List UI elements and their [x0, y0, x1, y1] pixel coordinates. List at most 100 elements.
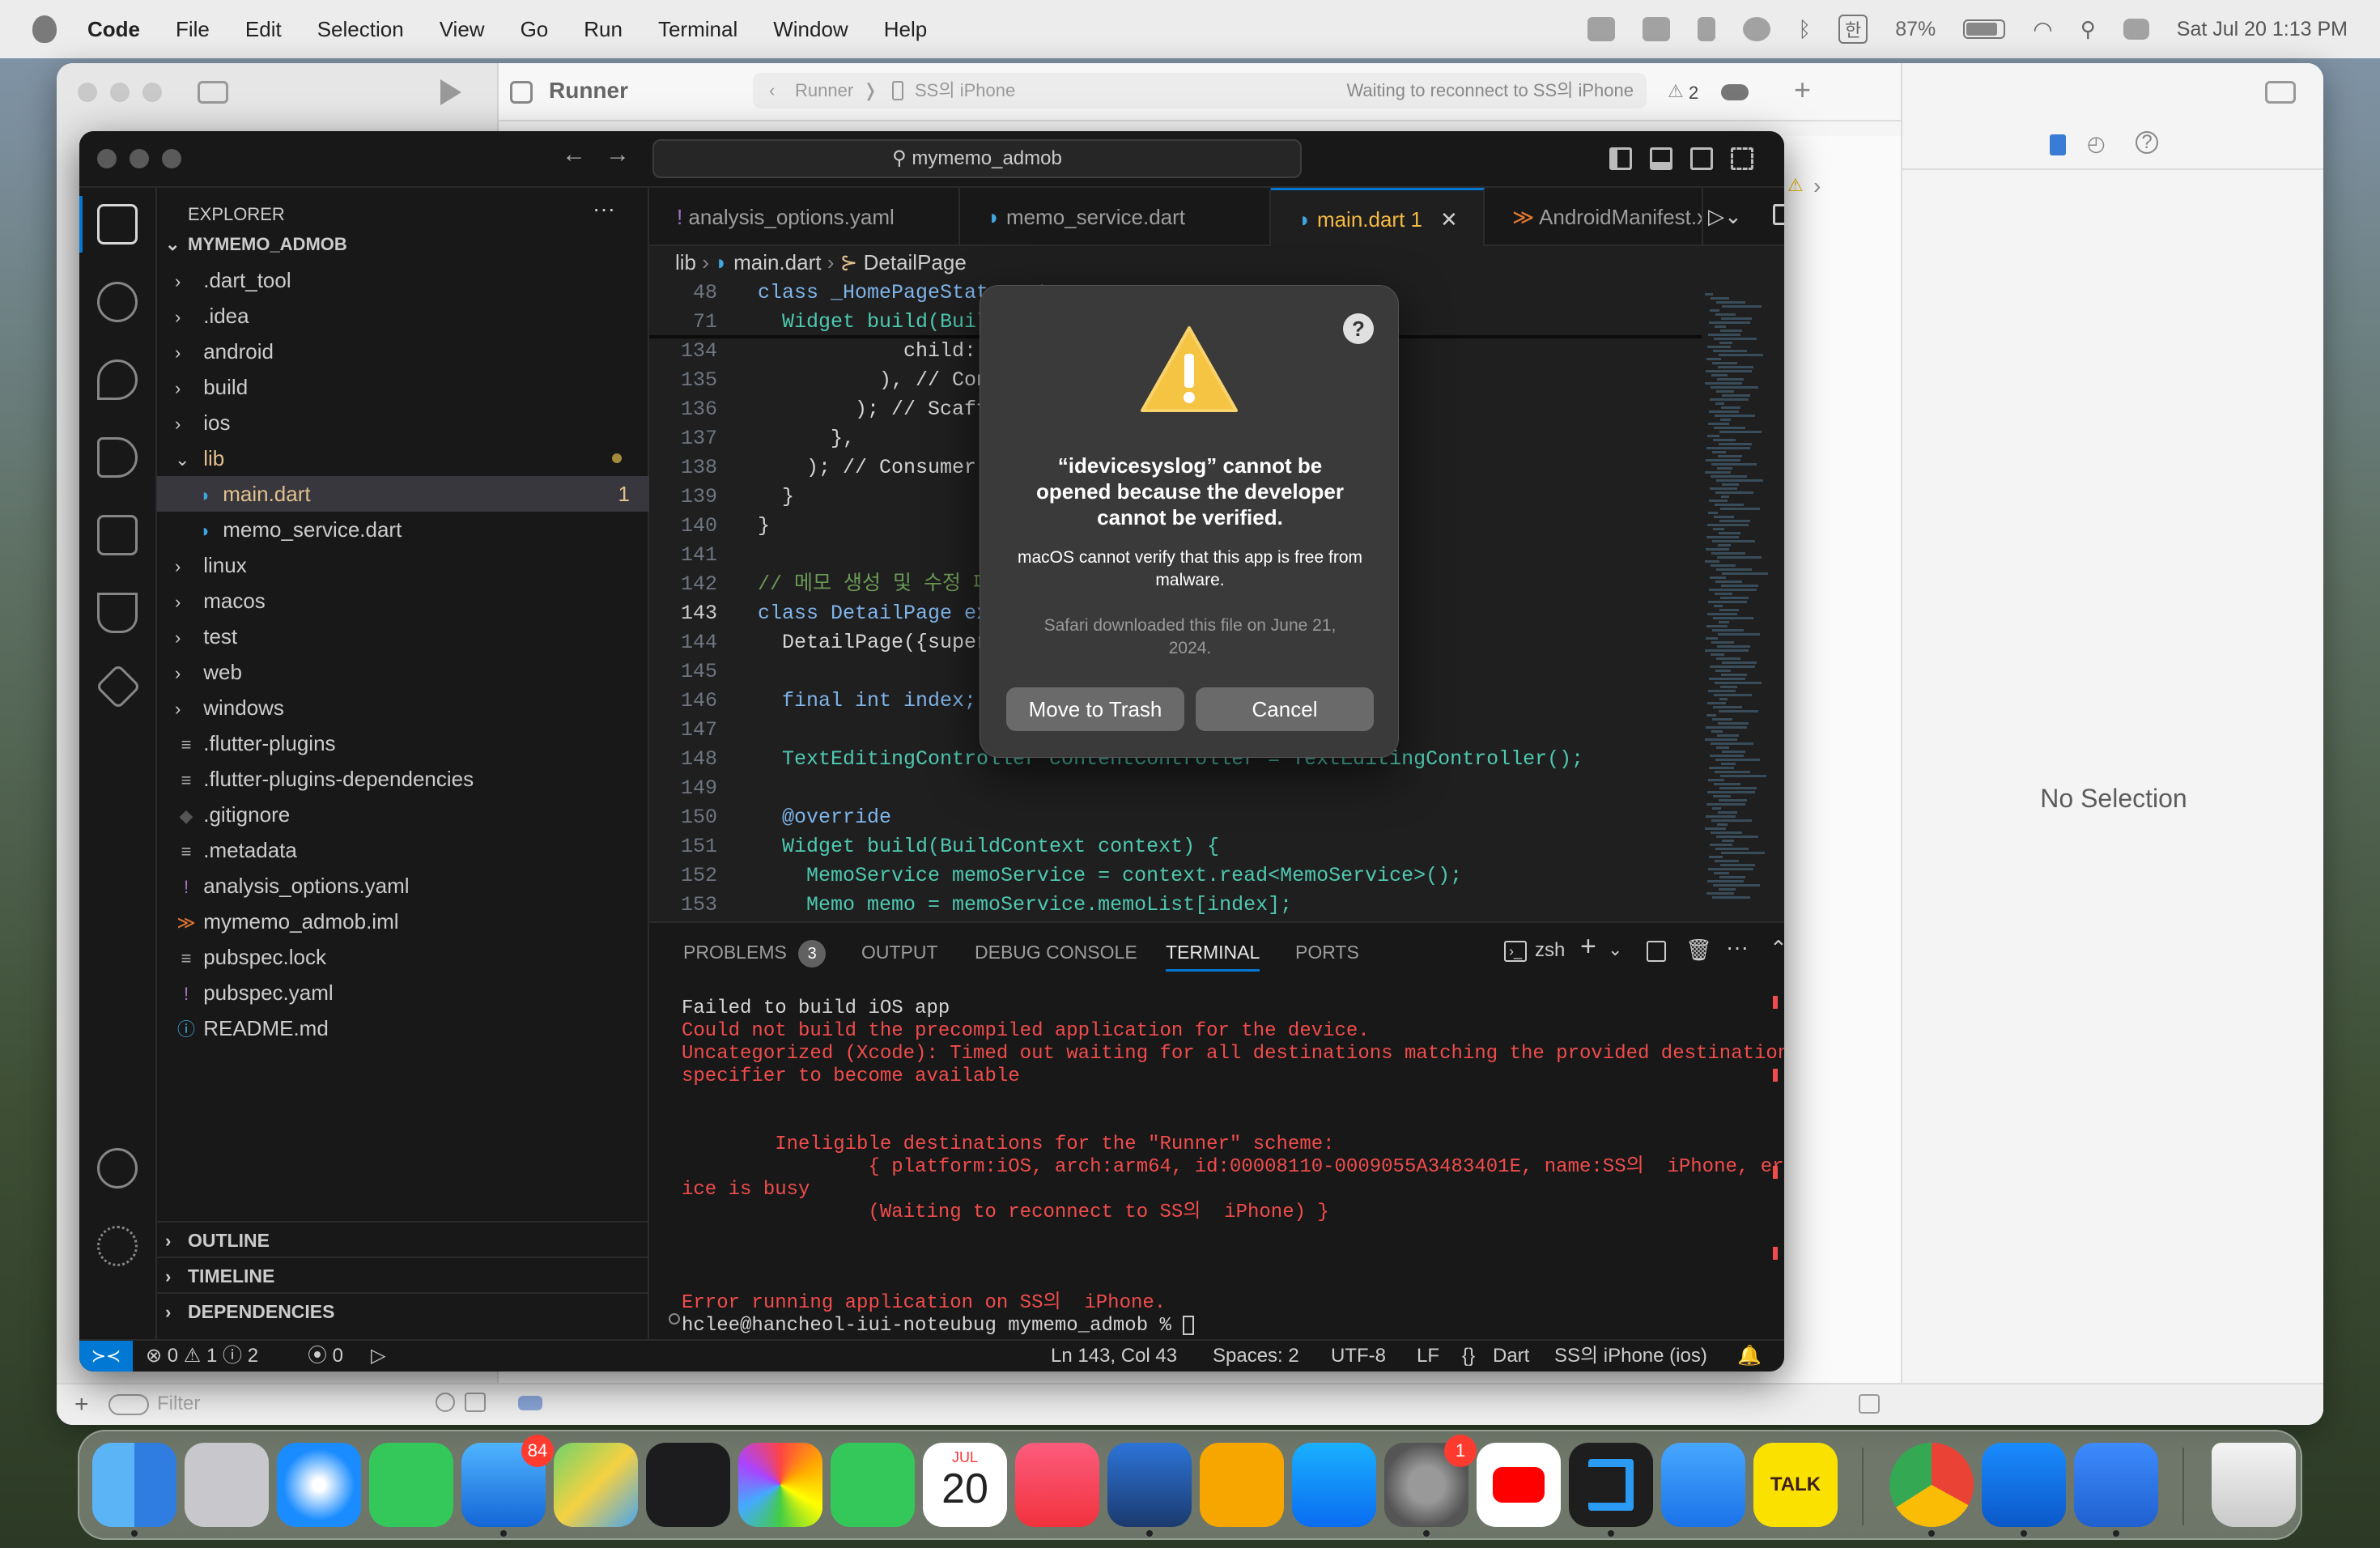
tree-item[interactable]: ! pubspec.yaml	[157, 975, 649, 1010]
tab-memo-service[interactable]: ◗ memo_service.dart	[960, 188, 1271, 246]
more-icon[interactable]: ···	[1726, 934, 1749, 960]
launchpad-icon[interactable]	[185, 1443, 269, 1527]
help-button[interactable]: ?	[1343, 313, 1374, 344]
tab-terminal[interactable]: TERMINAL	[1166, 923, 1260, 972]
menu-selection[interactable]: Selection	[317, 17, 404, 42]
sidebar-toggle-icon[interactable]	[198, 81, 228, 104]
tab-output[interactable]: OUTPUT	[861, 923, 938, 981]
close-button[interactable]	[78, 83, 97, 102]
toggle-sidebar-icon[interactable]	[1609, 147, 1632, 170]
close-tab-icon[interactable]: ✕	[1440, 207, 1458, 232]
shell-name[interactable]: zsh	[1535, 939, 1565, 962]
cursor-position[interactable]: Ln 143, Col 43	[1051, 1341, 1177, 1372]
menubar-clock[interactable]: Sat Jul 20 1:13 PM	[2177, 18, 2348, 41]
close-button[interactable]	[97, 149, 117, 168]
menu-help[interactable]: Help	[884, 17, 927, 42]
tree-item[interactable]: ◗ memo_service.dart	[157, 512, 649, 547]
filter-icon[interactable]	[108, 1394, 149, 1415]
minimize-button[interactable]	[130, 149, 149, 168]
timeline-section[interactable]: › TIMELINE	[157, 1257, 649, 1292]
debug-area-icon[interactable]	[1859, 1394, 1880, 1414]
inspector-toggle-icon[interactable]	[2265, 81, 2296, 104]
tree-item[interactable]: › android	[157, 334, 649, 369]
run-button[interactable]	[440, 79, 461, 105]
breadcrumb-symbol[interactable]: DetailPage	[864, 250, 967, 274]
tab-problems[interactable]: PROBLEMS 3	[683, 923, 827, 981]
notifications-bell-icon[interactable]: 🔔	[1737, 1341, 1762, 1372]
final-cut-icon[interactable]	[646, 1443, 730, 1527]
tree-item[interactable]: ≡ .flutter-plugins-dependencies	[157, 761, 649, 797]
wifi-icon[interactable]: ◠	[2033, 16, 2052, 43]
tree-item[interactable]: › web	[157, 654, 649, 690]
more-actions-icon[interactable]: ···	[593, 196, 615, 222]
history-inspector-icon[interactable]: ◴	[2087, 131, 2106, 156]
add-icon[interactable]: +	[74, 1391, 89, 1418]
tree-item[interactable]: › linux	[157, 547, 649, 583]
menu-run[interactable]: Run	[584, 17, 623, 42]
explorer-icon[interactable]	[97, 204, 138, 245]
menu-window[interactable]: Window	[773, 17, 848, 42]
toggle-panel-icon[interactable]	[1650, 147, 1672, 170]
tree-item[interactable]: › ios	[157, 405, 649, 440]
cancel-button[interactable]: Cancel	[1196, 687, 1374, 731]
menu-file[interactable]: File	[176, 17, 210, 42]
tree-item[interactable]: ⌄ lib	[157, 440, 649, 476]
zoom-button[interactable]	[162, 149, 181, 168]
language-mode[interactable]: Dart	[1493, 1341, 1529, 1372]
split-terminal-icon[interactable]	[1647, 941, 1666, 962]
input-source-icon[interactable]: 한	[1838, 15, 1868, 44]
tab-debug-console[interactable]: DEBUG CONSOLE	[975, 923, 1137, 981]
control-center-icon[interactable]	[2123, 19, 2149, 40]
xcode-icon[interactable]	[1982, 1443, 2066, 1527]
dependencies-section[interactable]: › DEPENDENCIES	[157, 1292, 649, 1339]
mail-icon[interactable]: 84	[461, 1435, 554, 1527]
youtube-icon[interactable]	[1477, 1443, 1561, 1527]
tree-item[interactable]: › test	[157, 619, 649, 654]
warning-icon[interactable]: ⚠	[1668, 81, 1684, 102]
tree-item[interactable]: › windows	[157, 690, 649, 725]
breadcrumb-file[interactable]: main.dart	[733, 250, 821, 274]
run-debug-icon[interactable]	[97, 437, 138, 478]
music-icon[interactable]	[1015, 1443, 1099, 1527]
tree-item[interactable]: ≡ .flutter-plugins	[157, 725, 649, 761]
settings-gear-icon[interactable]	[97, 1226, 138, 1266]
customize-layout-icon[interactable]	[1731, 147, 1753, 170]
new-terminal-icon[interactable]: +	[1580, 931, 1596, 963]
tree-item[interactable]: ◆ .gitignore	[157, 797, 649, 832]
accounts-icon[interactable]	[97, 1148, 138, 1189]
recent-filter-icon[interactable]	[436, 1393, 455, 1412]
maps-icon[interactable]	[554, 1443, 638, 1527]
debug-icon[interactable]: ▷	[371, 1341, 385, 1372]
move-to-trash-button[interactable]: Move to Trash	[1006, 687, 1184, 731]
trash-icon[interactable]	[2212, 1443, 2296, 1527]
help-inspector-icon[interactable]: ?	[2136, 131, 2158, 154]
scheme-selector[interactable]: Runner	[795, 73, 853, 108]
add-tab-icon[interactable]: +	[1794, 73, 1811, 107]
ports-status[interactable]: ⦿ 0	[308, 1341, 343, 1372]
messages-icon[interactable]	[369, 1443, 453, 1527]
system-settings-icon[interactable]: 1	[1384, 1435, 1477, 1527]
scm-filter-icon[interactable]	[465, 1393, 486, 1412]
maximize-panel-icon[interactable]: ⌃	[1770, 936, 1784, 961]
tree-item[interactable]: › .idea	[157, 298, 649, 334]
source-control-icon[interactable]	[97, 359, 138, 400]
vectornator-icon[interactable]	[1107, 1443, 1192, 1527]
bluetooth-icon[interactable]: ᛒ	[1798, 17, 1811, 42]
calendar-icon[interactable]: JUL 20	[923, 1443, 1007, 1527]
split-editor-icon[interactable]	[1773, 204, 1784, 225]
file-inspector-icon[interactable]	[2050, 134, 2066, 155]
facetime-icon[interactable]	[831, 1443, 915, 1527]
vscode-icon[interactable]	[1569, 1443, 1653, 1527]
menu-terminal[interactable]: Terminal	[658, 17, 737, 42]
issue-warning-icon[interactable]: ⚠	[1787, 175, 1804, 196]
tree-item[interactable]: ⓘ README.md	[157, 1010, 649, 1046]
tree-item[interactable]: › .dart_tool	[157, 262, 649, 298]
tree-item[interactable]: ! analysis_options.yaml	[157, 868, 649, 904]
zoom-button[interactable]	[142, 83, 162, 102]
terminal-dropdown-icon[interactable]: ⌄	[1608, 939, 1622, 960]
menu-edit[interactable]: Edit	[245, 17, 282, 42]
app-store-icon[interactable]	[1292, 1443, 1376, 1527]
problems-status[interactable]: ⊗ 0 ⚠ 1 ⓘ 2	[146, 1341, 258, 1372]
minimap[interactable]	[1702, 293, 1774, 925]
filter-field[interactable]: Filter	[157, 1393, 200, 1415]
